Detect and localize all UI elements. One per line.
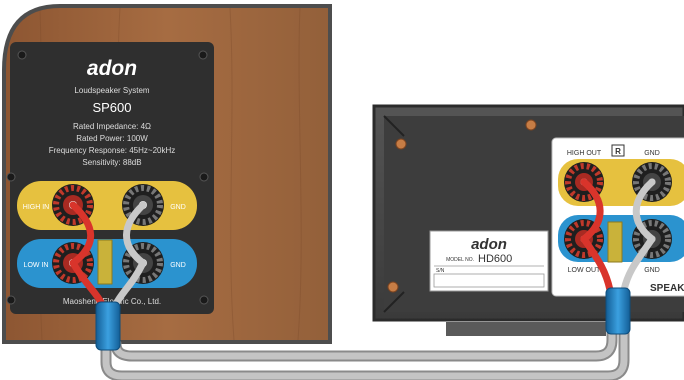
speaker-cabinet: adon Loudspeaker System SP600 Rated Impe… — [1, 4, 332, 344]
speaker-low-in-label: LOW IN — [24, 262, 49, 269]
spec-line-frequency: Frequency Response: 45Hz~20kHz — [49, 146, 176, 155]
spec-line-impedance: Rated Impedance: 4Ω — [73, 122, 151, 131]
spec-line-power: Rated Power: 100W — [76, 134, 148, 143]
speaker-low-gnd-label: GND — [170, 262, 186, 269]
speaker-subtitle: Loudspeaker System — [74, 86, 149, 95]
speaker-heatshrink — [97, 239, 113, 285]
speaker-brand: adon — [87, 57, 137, 80]
amplifier-high-gnd-label: GND — [644, 150, 660, 157]
amplifier-cable-plug — [605, 287, 631, 335]
amplifier-label-model: HD600 — [478, 253, 512, 265]
speaker-amplifier-wiring-diagram: adon Loudspeaker System SP600 Rated Impe… — [1, 4, 684, 380]
amplifier-low-out-label: LOW OUT — [568, 267, 601, 274]
amplifier-section-label: SPEAKER — [650, 283, 684, 294]
amplifier-channel-label: R — [615, 147, 621, 156]
speaker-high-gnd-label: GND — [170, 204, 186, 211]
amplifier-label-model-prefix: MODEL NO. — [446, 257, 474, 263]
amplifier-heatshrink — [607, 221, 623, 263]
speaker-cable-plug — [95, 301, 121, 351]
amplifier-label-brand: adon — [471, 236, 507, 253]
amplifier-label-serial-prefix: S/N — [436, 268, 445, 274]
amplifier-low-gnd-label: GND — [644, 267, 660, 274]
spec-line-sensitivity: Sensitivity: 88dB — [82, 158, 141, 167]
speaker-model: SP600 — [92, 100, 131, 115]
amplifier-base-foot — [446, 322, 606, 336]
amplifier-high-out-label: HIGH OUT — [567, 150, 602, 157]
speaker-high-in-label: HIGH IN — [23, 204, 49, 211]
